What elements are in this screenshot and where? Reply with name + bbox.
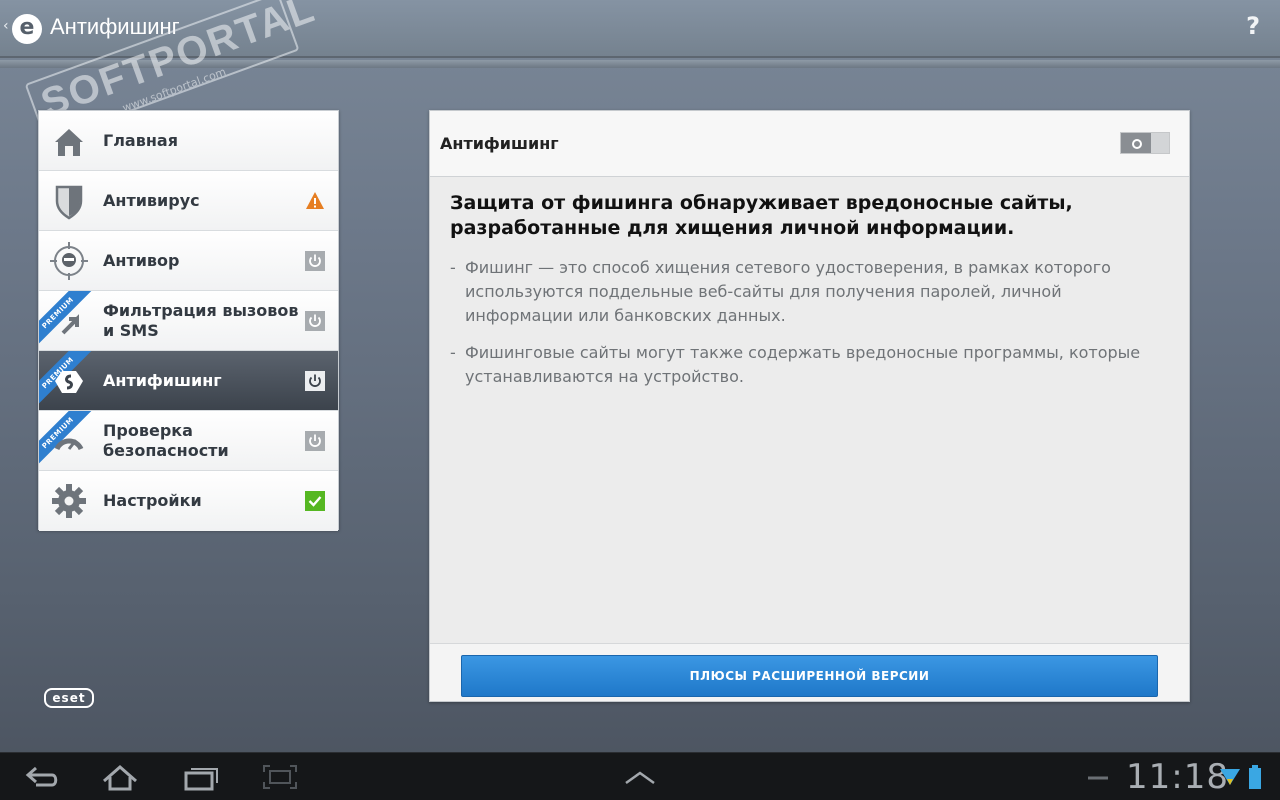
warning-icon	[306, 192, 324, 209]
home-icon	[55, 129, 83, 156]
sidebar-menu: Главная Антивирус Антивор PREMIUM Фильтр…	[38, 110, 339, 531]
panel-header: Антифишинг	[430, 111, 1189, 177]
header-divider	[0, 60, 1280, 68]
sidebar-item-antiphishing[interactable]: PREMIUM Антифишинг	[39, 351, 338, 411]
sidebar-item-label: Проверка безопасности	[103, 421, 229, 460]
upgrade-benefits-button[interactable]: ПЛЮСЫ РАСШИРЕННОЙ ВЕРСИИ	[461, 655, 1158, 697]
back-icon[interactable]	[22, 763, 62, 791]
sidebar-item-antitheft[interactable]: Антивор	[39, 231, 338, 291]
description-bullet: Фишинг — это способ хищения сетевого удо…	[450, 256, 1170, 328]
watermark-url: www.softportal.com	[120, 65, 228, 115]
sidebar-item-call-filter[interactable]: PREMIUM Фильтрация вызовов и SMS	[39, 291, 338, 351]
detail-panel: Антифишинг Защита от фишинга обнаруживае…	[429, 110, 1190, 702]
screenshot-icon[interactable]	[260, 763, 300, 791]
antiphishing-icon	[55, 371, 83, 393]
sidebar-item-label: Антивирус	[103, 191, 200, 210]
sidebar-item-label: Настройки	[103, 491, 202, 510]
toggle-knob[interactable]	[1121, 133, 1151, 153]
panel-title: Антифишинг	[440, 134, 559, 153]
panel-heading: Защита от фишинга обнаруживает вредоносн…	[450, 192, 1073, 239]
sidebar-item-security-audit[interactable]: PREMIUM Проверка безопасности	[39, 411, 338, 471]
eset-logo: eset	[44, 688, 94, 708]
minimize-icon	[1088, 776, 1108, 780]
app-logo-icon[interactable]: e	[12, 14, 42, 44]
power-icon	[305, 431, 325, 451]
gear-icon	[52, 484, 86, 518]
shield-icon	[55, 185, 83, 220]
action-bar: ‹ e Антифишинг ?	[0, 0, 1280, 58]
system-navigation-bar: 11:18	[0, 752, 1280, 800]
panel-footer: ПЛЮСЫ РАСШИРЕННОЙ ВЕРСИИ	[430, 643, 1189, 701]
battery-icon	[1249, 765, 1261, 789]
sidebar-item-label: Фильтрация вызовов и SMS	[103, 301, 299, 340]
call-filter-icon	[61, 314, 79, 335]
sidebar-item-settings[interactable]: Настройки	[39, 471, 338, 531]
home-nav-icon[interactable]	[100, 763, 140, 791]
power-icon	[305, 371, 325, 391]
sidebar-item-home[interactable]: Главная	[39, 111, 338, 171]
sidebar-item-label: Антифишинг	[103, 371, 222, 390]
back-chevron-icon[interactable]: ‹	[3, 18, 9, 34]
target-icon	[50, 242, 88, 280]
app-title: Антифишинг	[50, 14, 180, 39]
description-bullet: Фишинговые сайты могут также содержать в…	[450, 341, 1170, 389]
power-icon	[305, 251, 325, 271]
help-button[interactable]: ?	[1246, 12, 1260, 40]
recent-apps-icon[interactable]	[182, 763, 222, 791]
sidebar-item-antivirus[interactable]: Антивирус	[39, 171, 338, 231]
gauge-icon	[54, 438, 84, 451]
sidebar-item-label: Главная	[103, 131, 178, 150]
check-icon	[305, 491, 325, 511]
sidebar-item-label: Антивор	[103, 251, 180, 270]
antiphishing-toggle[interactable]	[1120, 132, 1170, 154]
wifi-icon	[1220, 769, 1240, 785]
power-icon	[305, 311, 325, 331]
clock: 11:18	[1126, 757, 1229, 797]
chevron-up-icon[interactable]	[620, 763, 660, 791]
